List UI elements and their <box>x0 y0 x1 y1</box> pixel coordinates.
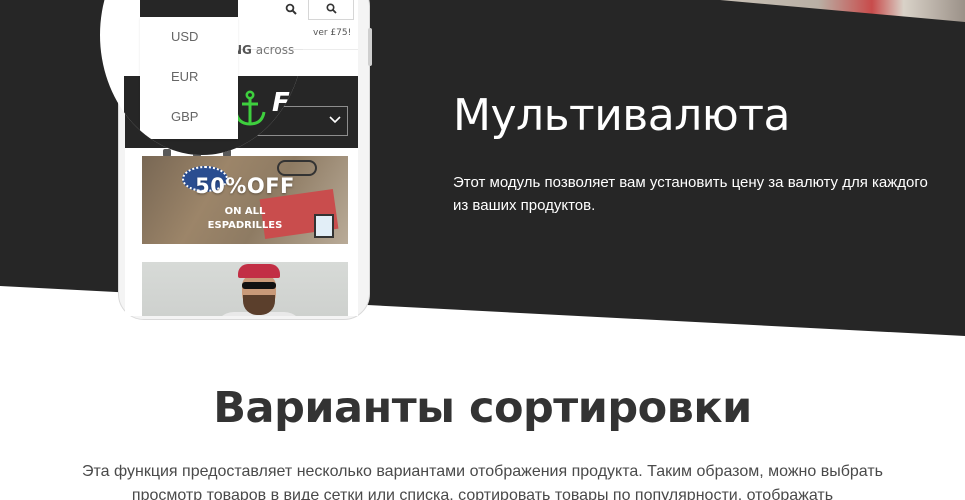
zoom-content: NG across F 5+ USD EUR GBP <box>100 0 304 155</box>
currency-option-gbp[interactable]: GBP <box>140 97 238 137</box>
zoom-magnifier: NG across F 5+ USD EUR GBP <box>100 0 304 155</box>
currency-option-usd[interactable]: USD <box>140 17 238 57</box>
section-description: Эта функция предоставляет несколько вари… <box>82 463 883 500</box>
shipping-text: NG across <box>232 43 294 57</box>
model-banner[interactable] <box>142 262 348 316</box>
model-cap <box>238 264 280 278</box>
search-icon <box>285 3 297 15</box>
sale-subline-1: ON ALL <box>224 206 266 217</box>
search-button[interactable] <box>308 0 354 20</box>
zoom-search-edge <box>282 0 302 18</box>
page: ver £75! 50%OFF ON ALL ESPADRILLES NG ac… <box>0 0 965 500</box>
currency-option-eur[interactable]: EUR <box>140 57 238 97</box>
section-title: Варианты сортировки <box>213 383 752 433</box>
sale-banner[interactable]: 50%OFF ON ALL ESPADRILLES <box>142 156 348 244</box>
currency-dropdown: USD EUR GBP <box>140 17 238 139</box>
model-sunglasses <box>242 282 276 289</box>
logo-letter: F <box>272 88 290 118</box>
sale-headline: 50%OFF <box>195 174 295 198</box>
shipping-suffix: across <box>255 43 295 57</box>
phone-side-button <box>368 28 372 66</box>
chevron-down-icon <box>329 116 341 124</box>
sale-subline-2: ESPADRILLES <box>207 220 283 231</box>
logo-plus: 5+ <box>293 92 304 102</box>
promo-text: ver £75! <box>313 28 352 38</box>
search-icon <box>326 3 337 14</box>
feature-description: Этот модуль позволяет вам установить цен… <box>453 174 928 214</box>
anchor-logo-icon <box>233 90 267 132</box>
feature-title: Мультивалюта <box>453 90 790 141</box>
dropdown-top-edge <box>140 0 238 17</box>
